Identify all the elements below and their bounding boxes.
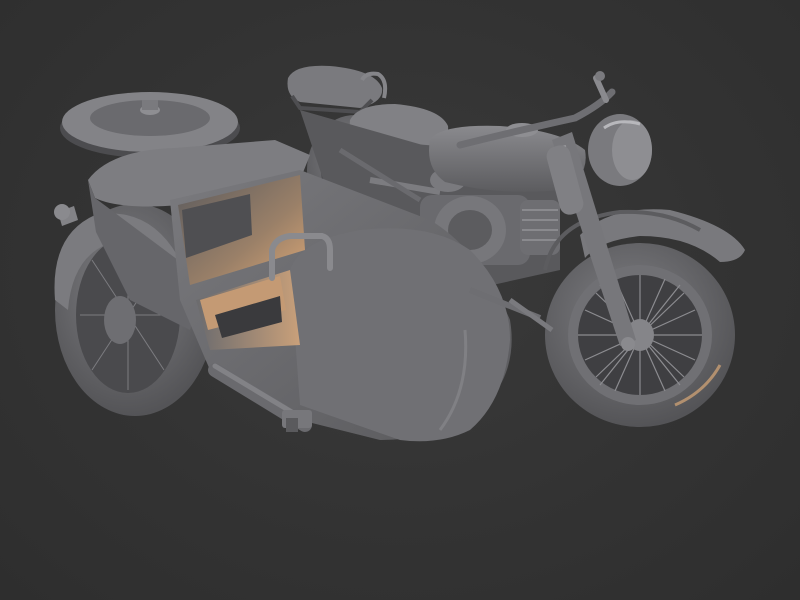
- passenger-seat: [287, 65, 388, 115]
- motorcycle-sidecar-render: [54, 65, 745, 442]
- headlight: [588, 114, 652, 186]
- render-viewport: [0, 0, 800, 600]
- front-wheel: [545, 243, 735, 427]
